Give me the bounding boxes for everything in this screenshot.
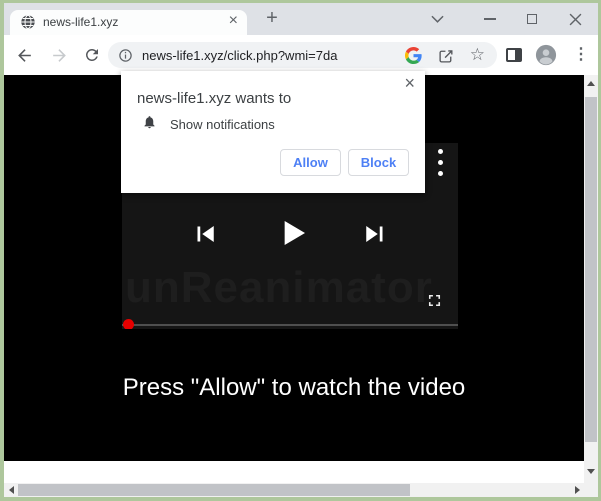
horizontal-scrollbar[interactable] <box>4 483 584 497</box>
allow-button[interactable]: Allow <box>280 149 341 176</box>
vertical-scrollbar-thumb[interactable] <box>585 97 597 442</box>
maximize-icon <box>527 14 537 24</box>
scroll-up-icon <box>587 81 595 86</box>
scrollbar-corner <box>584 483 598 497</box>
window-close-button[interactable] <box>566 10 584 28</box>
play-icon <box>273 213 313 253</box>
scroll-right-button[interactable] <box>570 483 584 497</box>
scroll-left-icon <box>9 486 14 494</box>
player-menu-kebab-icon[interactable] <box>438 149 443 182</box>
tab-news-life1[interactable]: news-life1.xyz × <box>10 10 247 35</box>
window-body: news-life1.xyz × + <box>4 3 598 497</box>
bookmark-star-icon[interactable]: ☆ <box>470 46 485 63</box>
play-button[interactable] <box>273 213 313 258</box>
google-logo-icon[interactable] <box>405 47 422 64</box>
toolbar: news-life1.xyz/click.php?wmi=7da ☆ ⋮ <box>4 35 598 75</box>
new-tab-button[interactable]: + <box>260 7 284 31</box>
vertical-scrollbar[interactable] <box>584 75 598 483</box>
profile-avatar[interactable] <box>535 44 557 66</box>
maximize-button[interactable] <box>523 10 541 28</box>
permission-label: Show notifications <box>170 117 275 132</box>
scroll-up-button[interactable] <box>584 75 598 91</box>
fullscreen-icon <box>425 291 444 310</box>
share-icon[interactable] <box>438 47 455 64</box>
player-watermark: unReanimator <box>125 263 433 313</box>
minimize-icon <box>484 18 496 20</box>
forward-arrow-icon <box>50 46 69 65</box>
browser-menu-kebab-icon[interactable]: ⋮ <box>571 45 591 65</box>
bell-icon <box>142 114 157 135</box>
skip-next-icon <box>360 219 390 249</box>
horizontal-scrollbar-thumb[interactable] <box>18 484 410 496</box>
page-caption: Press "Allow" to watch the video <box>4 373 584 403</box>
fullscreen-button[interactable] <box>425 291 444 315</box>
forward-button[interactable] <box>47 43 71 67</box>
side-panel-fill <box>515 50 520 60</box>
window-close-icon <box>569 13 582 26</box>
tab-close-icon[interactable]: × <box>229 12 238 30</box>
back-arrow-icon <box>15 46 34 65</box>
previous-track-button[interactable] <box>190 219 220 254</box>
side-panel-icon[interactable] <box>506 48 522 62</box>
reload-icon <box>83 46 101 64</box>
notification-permission-dialog: × news-life1.xyz wants to Show notificat… <box>121 71 425 193</box>
back-button[interactable] <box>12 43 36 67</box>
tab-strip: news-life1.xyz × + <box>4 3 598 35</box>
next-track-button[interactable] <box>360 219 390 254</box>
reload-button[interactable] <box>80 43 104 67</box>
minimize-button[interactable] <box>481 10 499 28</box>
chevron-down-icon[interactable] <box>428 10 446 28</box>
dialog-close-icon[interactable]: × <box>404 73 415 94</box>
address-bar[interactable]: news-life1.xyz/click.php?wmi=7da ☆ <box>108 42 497 68</box>
progress-handle[interactable] <box>123 319 134 329</box>
scroll-down-icon <box>587 469 595 474</box>
globe-favicon-icon <box>20 14 36 30</box>
scroll-down-button[interactable] <box>584 463 598 479</box>
progress-bar[interactable] <box>122 324 458 326</box>
url-text[interactable]: news-life1.xyz/click.php?wmi=7da <box>142 48 405 63</box>
page-info-icon[interactable] <box>118 48 133 63</box>
dialog-title: news-life1.xyz wants to <box>137 90 291 107</box>
block-button[interactable]: Block <box>348 149 409 176</box>
browser-window: news-life1.xyz × + <box>0 0 601 501</box>
scroll-right-icon <box>575 486 580 494</box>
tab-title: news-life1.xyz <box>43 15 118 29</box>
skip-previous-icon <box>190 219 220 249</box>
scroll-left-button[interactable] <box>4 483 18 497</box>
